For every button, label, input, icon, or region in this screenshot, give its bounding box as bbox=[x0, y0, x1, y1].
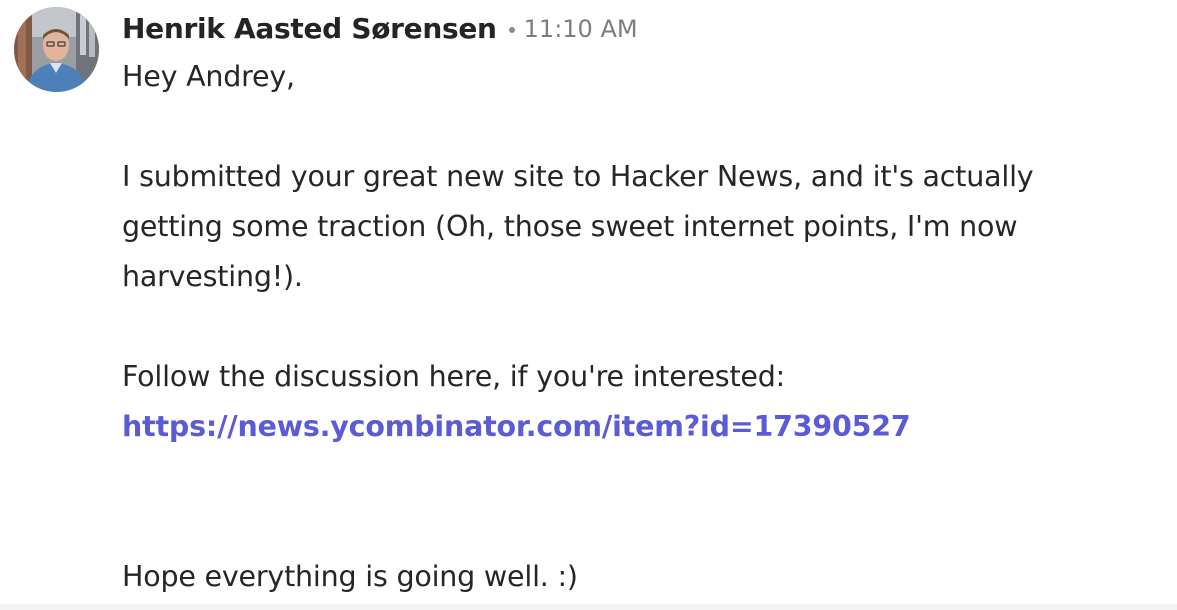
divider bbox=[0, 604, 1177, 610]
avatar[interactable] bbox=[14, 7, 99, 92]
hacker-news-link[interactable]: https://news.ycombinator.com/item?id=173… bbox=[122, 410, 911, 443]
message-timestamp: 11:10 AM bbox=[523, 15, 638, 43]
user-photo-avatar-icon bbox=[14, 7, 99, 92]
author-name[interactable]: Henrik Aasted Sørensen bbox=[122, 12, 497, 45]
message-paragraph-link: Follow the discussion here, if you're in… bbox=[122, 352, 1132, 452]
link-intro-text: Follow the discussion here, if you're in… bbox=[122, 360, 786, 393]
message-closing: Hope everything is going well. :) bbox=[122, 560, 578, 593]
message-paragraph: I submitted your great new site to Hacke… bbox=[122, 160, 1034, 293]
message-greeting: Hey Andrey, bbox=[122, 60, 295, 93]
message-header: Henrik Aasted Sørensen 11:10 AM bbox=[122, 6, 638, 50]
separator-dot bbox=[508, 27, 515, 33]
chat-message: Henrik Aasted Sørensen 11:10 AM Hey Andr… bbox=[0, 0, 1177, 610]
